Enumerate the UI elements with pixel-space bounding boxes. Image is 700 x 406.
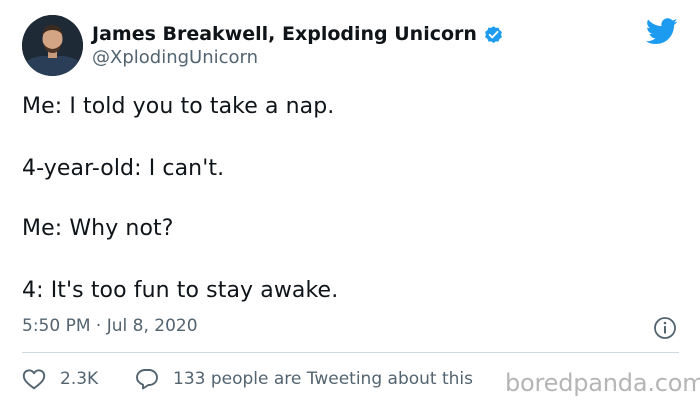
divider xyxy=(22,352,679,353)
verified-badge-icon xyxy=(483,24,504,45)
watermark: boredpanda.com xyxy=(505,369,700,397)
like-button[interactable]: 2.3K xyxy=(22,368,98,390)
like-count: 2.3K xyxy=(60,369,99,389)
conversation-label: 133 people are Tweeting about this xyxy=(173,369,473,389)
tweet-card: James Breakwell, Exploding Unicorn @Xplo… xyxy=(0,0,700,406)
tweet-text-line: 4: It's too fun to stay awake. xyxy=(22,278,339,303)
tweet-text-line: Me: I told you to take a nap. xyxy=(22,94,335,119)
author-handle[interactable]: @XplodingUnicorn xyxy=(92,47,258,68)
heart-icon xyxy=(22,368,46,390)
avatar[interactable] xyxy=(22,15,83,76)
tweet-text-line: 4-year-old: I can't. xyxy=(22,156,225,181)
author-display-name[interactable]: James Breakwell, Exploding Unicorn xyxy=(92,23,477,45)
author-name-row[interactable]: James Breakwell, Exploding Unicorn xyxy=(92,22,504,46)
speech-bubble-icon xyxy=(135,368,159,390)
tweet-text-line: Me: Why not? xyxy=(22,216,174,241)
conversation-button[interactable]: 133 people are Tweeting about this xyxy=(135,368,473,390)
twitter-bird-icon[interactable] xyxy=(645,18,678,45)
info-icon[interactable] xyxy=(653,316,677,340)
tweet-timestamp[interactable]: 5:50 PM · Jul 8, 2020 xyxy=(22,316,198,336)
